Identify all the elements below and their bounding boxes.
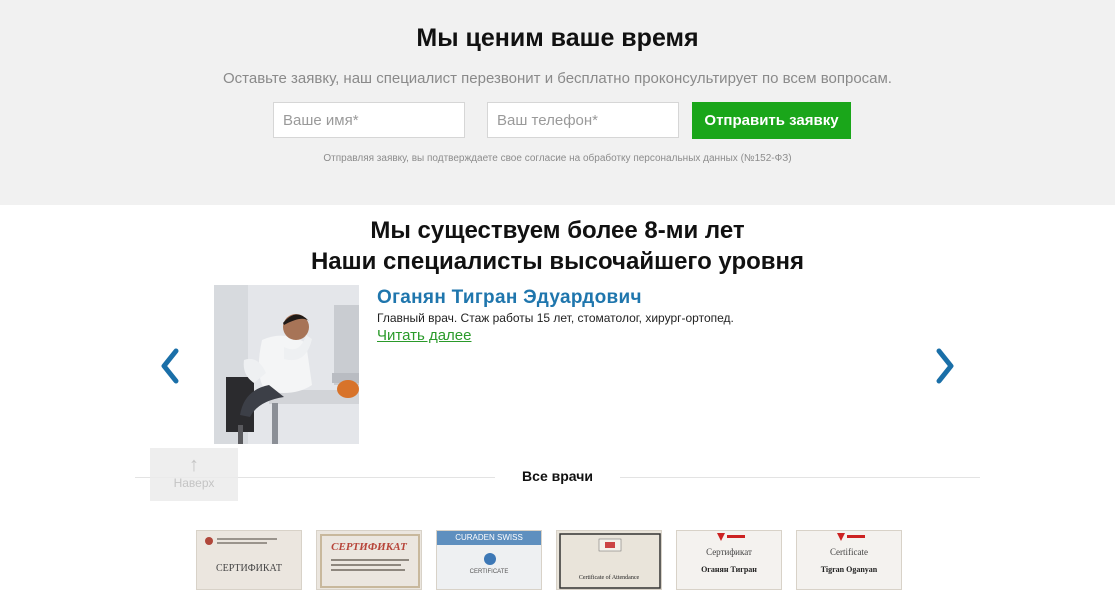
divider-right bbox=[620, 477, 980, 478]
certificate-subtitle: CERTIFICATE bbox=[469, 569, 509, 575]
about-heading-line2: Наши специалисты высочайшего уровня bbox=[310, 248, 805, 275]
callback-title: Мы ценим ваше время bbox=[416, 24, 699, 52]
phone-input[interactable] bbox=[487, 102, 679, 138]
slider-prev-button[interactable] bbox=[155, 346, 185, 386]
certificate-thumb[interactable]: CURADEN SWISS CERTIFICATE bbox=[436, 530, 542, 590]
certificate-thumb[interactable]: СЕРТИФИКАТ bbox=[196, 530, 302, 590]
slider-next-button[interactable] bbox=[930, 346, 960, 386]
certificate-subtitle: Tigran Oganyan bbox=[820, 565, 878, 574]
certificate-title: СЕРТИФИКАТ bbox=[215, 563, 283, 574]
certificate-title: Certificate bbox=[830, 547, 868, 557]
doctor-photo bbox=[214, 285, 359, 444]
submit-request-button[interactable]: Отправить заявку bbox=[692, 102, 851, 139]
certificate-thumb[interactable]: Certificate of Attendance bbox=[556, 530, 662, 590]
chevron-right-icon bbox=[936, 348, 954, 384]
certificate-thumb[interactable]: СЕРТИФИКАТ bbox=[316, 530, 422, 590]
all-doctors-link[interactable]: Все врачи bbox=[500, 468, 615, 484]
callback-subtitle: Оставьте заявку, наш специалист перезвон… bbox=[223, 70, 892, 87]
chevron-left-icon bbox=[161, 348, 179, 384]
callback-section: Мы ценим ваше время Оставьте заявку, наш… bbox=[0, 0, 1115, 205]
certificate-thumb[interactable]: Сертификат Оганян Тигран bbox=[676, 530, 782, 590]
read-more-link[interactable]: Читать далее bbox=[377, 327, 471, 344]
name-input[interactable] bbox=[273, 102, 465, 138]
doctor-description: Главный врач. Стаж работы 15 лет, стомат… bbox=[377, 311, 734, 325]
arrow-up-icon: ↑ bbox=[189, 454, 199, 476]
certificate-subtitle: Оганян Тигран bbox=[701, 565, 757, 574]
certificate-title: Certificate of Attendance bbox=[578, 575, 640, 581]
about-heading-line1: Мы существуем более 8-ми лет bbox=[370, 217, 745, 244]
back-to-top-label: Наверх bbox=[173, 476, 215, 490]
doctor-name: Оганян Тигран Эдуардович bbox=[377, 287, 642, 308]
certificate-title: Сертификат bbox=[706, 547, 752, 557]
certificate-thumb[interactable]: Certificate Tigran Oganyan bbox=[796, 530, 902, 590]
consent-text: Отправляя заявку, вы подтверждаете свое … bbox=[323, 153, 792, 164]
back-to-top-button[interactable]: ↑ Наверх bbox=[150, 448, 238, 501]
about-heading: Мы существуем более 8-ми лет Наши специа… bbox=[0, 215, 1115, 277]
